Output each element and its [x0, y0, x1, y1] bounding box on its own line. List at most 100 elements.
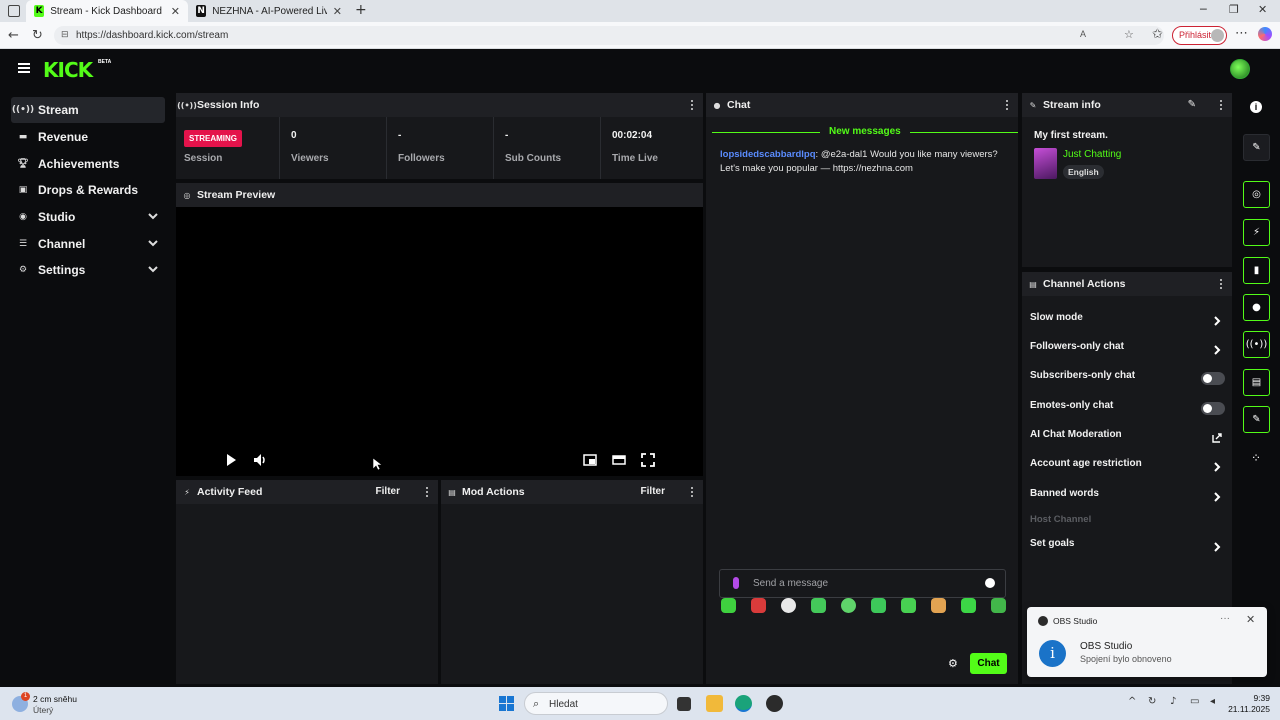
emote-icon[interactable] — [961, 598, 976, 613]
chat-settings-icon[interactable]: ⚙ — [948, 657, 958, 670]
kebab-menu-icon[interactable] — [1220, 100, 1222, 110]
video-player[interactable] — [176, 207, 703, 476]
emote-icon[interactable] — [901, 598, 916, 613]
theater-mode-icon[interactable] — [612, 453, 626, 467]
chat-message-input[interactable]: Send a message — [719, 569, 1006, 598]
rail-session-button[interactable]: ((•)) — [1243, 331, 1270, 358]
volume-icon[interactable] — [253, 453, 267, 467]
action-banned-words[interactable]: Banned words — [1030, 488, 1226, 508]
kebab-menu-icon[interactable] — [1220, 279, 1222, 289]
action-ai-moderation[interactable]: AI Chat Moderation — [1030, 429, 1226, 449]
subscribers-only-toggle[interactable] — [1201, 372, 1225, 385]
sidebar-item-drops[interactable]: ▣ Drops & Rewards — [11, 177, 165, 203]
taskbar-search[interactable]: ⌕ Hledat — [524, 692, 668, 715]
kebab-menu-icon[interactable] — [691, 100, 693, 110]
rail-edit-button[interactable]: ✎ — [1243, 134, 1270, 161]
close-window-icon[interactable]: ✕ — [1258, 3, 1267, 16]
kebab-menu-icon[interactable] — [691, 487, 693, 497]
emotes-only-toggle[interactable] — [1201, 402, 1225, 415]
rail-channel-actions-button[interactable]: ▤ — [1243, 369, 1270, 396]
sidebar-item-label: Studio — [38, 210, 76, 224]
new-tab-icon[interactable]: + — [355, 2, 367, 18]
weather-widget[interactable]: 1 2 cm sněhu Úterý — [12, 692, 102, 715]
panel-title: Activity Feed — [197, 486, 263, 498]
action-account-age[interactable]: Account age restriction — [1030, 458, 1226, 478]
copilot-icon[interactable] — [1258, 27, 1272, 41]
task-view-icon[interactable] — [677, 697, 691, 711]
stat-label: Time Live — [612, 153, 658, 164]
sidebar-item-stream[interactable]: ((•)) Stream — [11, 97, 165, 123]
emote-icon[interactable] — [871, 598, 886, 613]
action-slow-mode[interactable]: Slow mode — [1030, 312, 1226, 332]
toast-close-icon[interactable]: ✕ — [1246, 613, 1255, 626]
rail-stream-info-button[interactable]: ✎ — [1243, 406, 1270, 433]
hamburger-menu-icon[interactable] — [18, 63, 30, 73]
sidebar-item-studio[interactable]: ◉ Studio — [11, 204, 165, 230]
browser-tab-kick[interactable]: K Stream - Kick Dashboard ✕ — [26, 0, 188, 22]
edit-icon[interactable]: ✎ — [1188, 99, 1196, 110]
emote-icon[interactable] — [721, 598, 736, 613]
more-menu-icon[interactable]: ⋯ — [1235, 26, 1248, 41]
sidebar-item-achievements[interactable]: 🏆︎ Achievements — [11, 151, 165, 177]
rail-activity-button[interactable]: ⚡︎ — [1243, 219, 1270, 246]
obs-notification-toast[interactable]: OBS Studio ··· ✕ i OBS Studio Spojení by… — [1027, 607, 1267, 677]
read-aloud-icon[interactable]: A — [1080, 29, 1086, 39]
sidebar-item-channel[interactable]: ☰ Channel — [11, 231, 165, 257]
kick-logo[interactable]: KICK — [43, 58, 93, 82]
microphone-icon[interactable] — [733, 577, 739, 589]
send-chat-button[interactable]: Chat — [970, 653, 1007, 674]
rail-chat-button[interactable]: ● — [1243, 294, 1270, 321]
chevron-right-icon — [1214, 462, 1221, 472]
chat-username[interactable]: lopsidedscabbardlpq — [720, 149, 816, 160]
rail-preview-button[interactable]: ◎ — [1243, 181, 1270, 208]
emoji-picker-icon[interactable] — [985, 578, 995, 588]
close-tab-icon[interactable]: ✕ — [171, 5, 180, 18]
emote-icon[interactable] — [751, 598, 766, 613]
refresh-icon[interactable]: ↻ — [32, 28, 43, 43]
rail-more-icon[interactable]: ⁘ — [1251, 451, 1261, 465]
edge-browser-icon[interactable] — [735, 695, 752, 712]
action-set-goals[interactable]: Set goals — [1030, 538, 1226, 558]
category-link[interactable]: Just Chatting — [1063, 149, 1121, 160]
user-avatar[interactable] — [1230, 59, 1250, 79]
action-followers-only[interactable]: Followers-only chat — [1030, 341, 1226, 361]
favorite-star-icon[interactable]: ☆ — [1124, 28, 1134, 41]
system-clock[interactable]: 9:39 21.11.2025 — [1198, 693, 1270, 715]
emote-icon[interactable] — [811, 598, 826, 613]
rail-mod-actions-button[interactable]: ▮ — [1243, 257, 1270, 284]
action-label: Emotes-only chat — [1030, 400, 1114, 411]
minimize-icon[interactable]: ─ — [1200, 3, 1207, 16]
browser-tab-nezhna[interactable]: N NEZHNA - AI-Powered Live Strea ✕ — [188, 0, 350, 22]
kebab-menu-icon[interactable] — [426, 487, 428, 497]
maximize-icon[interactable]: ❐ — [1229, 3, 1239, 16]
windows-start-icon[interactable] — [499, 696, 515, 712]
toast-more-icon[interactable]: ··· — [1220, 613, 1230, 624]
tray-chevron-icon[interactable]: ^ — [1128, 696, 1136, 707]
obs-studio-icon[interactable] — [766, 695, 783, 712]
site-info-icon[interactable]: ⊟ — [61, 29, 69, 40]
panel-title: Mod Actions — [462, 486, 525, 498]
tab-actions-icon[interactable] — [8, 5, 20, 17]
file-explorer-icon[interactable] — [706, 695, 723, 712]
back-icon[interactable]: ← — [8, 28, 19, 43]
play-icon[interactable] — [224, 453, 238, 467]
sidebar-item-settings[interactable]: ⚙ Settings — [11, 257, 165, 283]
favorites-icon[interactable]: ✩ — [1152, 27, 1163, 42]
emote-icon[interactable] — [841, 598, 856, 613]
filter-button[interactable]: Filter — [641, 486, 665, 497]
fullscreen-icon[interactable] — [641, 453, 655, 467]
microphone-tray-icon[interactable]: ♪ — [1170, 696, 1176, 707]
url-field[interactable]: ⊟ https://dashboard.kick.com/stream A ☆ — [54, 26, 1164, 45]
profile-login-button[interactable]: Přihlásit — [1172, 26, 1227, 45]
emote-icon[interactable] — [991, 598, 1006, 613]
info-icon[interactable]: i — [1250, 101, 1262, 113]
sync-icon[interactable]: ↻ — [1148, 696, 1156, 707]
sidebar-item-revenue[interactable]: ▬ Revenue — [11, 124, 165, 150]
close-tab-icon[interactable]: ✕ — [333, 5, 342, 18]
filter-button[interactable]: Filter — [376, 486, 400, 497]
mini-player-icon[interactable] — [583, 453, 597, 467]
kebab-menu-icon[interactable] — [1006, 100, 1008, 110]
gift-icon: ▣ — [18, 185, 28, 195]
emote-icon[interactable] — [781, 598, 796, 613]
emote-icon[interactable] — [931, 598, 946, 613]
